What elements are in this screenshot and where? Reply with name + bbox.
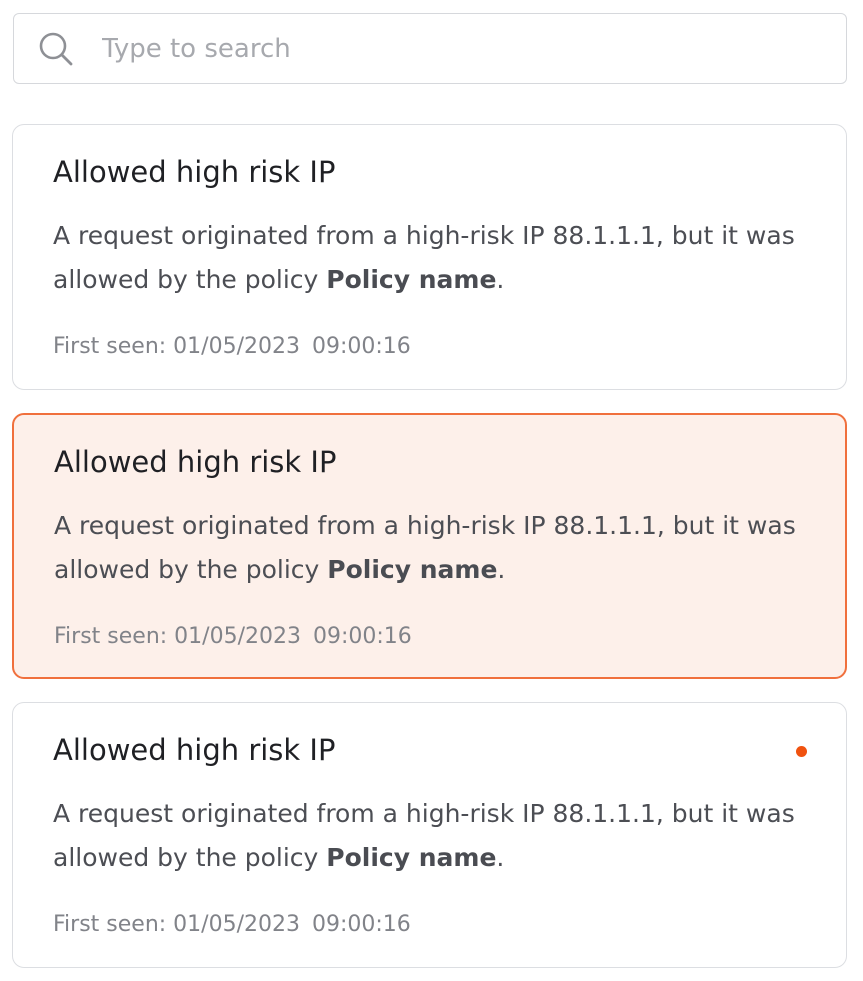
alerts-panel: Allowed high risk IP A request originate… <box>0 0 863 981</box>
alert-title: Allowed high risk IP <box>53 155 336 189</box>
alert-description: A request originated from a high-risk IP… <box>53 214 813 302</box>
alert-description: A request originated from a high-risk IP… <box>53 792 813 880</box>
alert-first-seen-time: 09:00:16 <box>311 912 411 937</box>
alert-policy-name: Policy name <box>326 843 497 872</box>
alert-description-suffix: . <box>497 555 506 584</box>
unread-dot-icon <box>796 746 807 757</box>
alert-card-selected[interactable]: Allowed high risk IP A request originate… <box>12 413 847 679</box>
alert-first-seen-date: First seen: 01/05/2023 <box>53 912 300 937</box>
alert-title: Allowed high risk IP <box>53 733 336 767</box>
alert-first-seen: First seen: 01/05/2023 09:00:16 <box>53 334 411 359</box>
alert-first-seen-date: First seen: 01/05/2023 <box>53 334 300 359</box>
search-icon <box>38 31 74 67</box>
alert-first-seen-time: 09:00:16 <box>312 624 412 649</box>
alert-policy-name: Policy name <box>326 265 497 294</box>
search-box[interactable] <box>13 13 847 84</box>
alert-card[interactable]: Allowed high risk IP A request originate… <box>12 702 847 968</box>
alert-title: Allowed high risk IP <box>54 445 337 479</box>
alert-first-seen-time: 09:00:16 <box>311 334 411 359</box>
alert-description-suffix: . <box>496 265 505 294</box>
alert-policy-name: Policy name <box>327 555 498 584</box>
alert-first-seen-date: First seen: 01/05/2023 <box>54 624 301 649</box>
alert-card[interactable]: Allowed high risk IP A request originate… <box>12 124 847 390</box>
search-input[interactable] <box>102 24 822 74</box>
alert-first-seen: First seen: 01/05/2023 09:00:16 <box>54 624 412 649</box>
alert-first-seen: First seen: 01/05/2023 09:00:16 <box>53 912 411 937</box>
alert-description-suffix: . <box>496 843 505 872</box>
alert-description: A request originated from a high-risk IP… <box>54 504 814 592</box>
